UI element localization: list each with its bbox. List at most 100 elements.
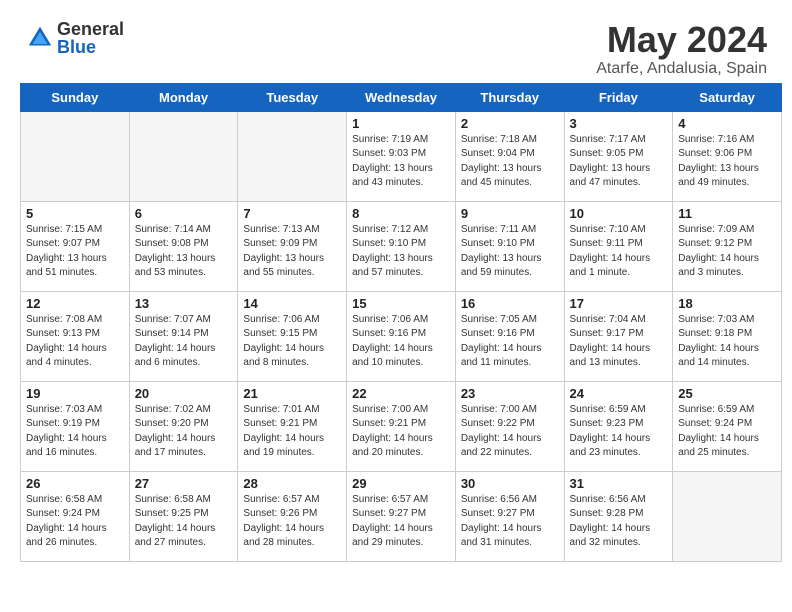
day-info: Sunrise: 7:18 AM Sunset: 9:04 PM Dayligh… <box>461 133 559 191</box>
day-number: 24 <box>570 386 668 401</box>
day-info: Sunrise: 7:05 AM Sunset: 9:16 PM Dayligh… <box>461 313 559 371</box>
day-number: 2 <box>461 116 559 131</box>
day-number: 14 <box>243 296 341 311</box>
week-row-4: 19 Sunrise: 7:03 AM Sunset: 9:19 PM Dayli… <box>21 381 782 471</box>
calendar-cell <box>673 471 782 561</box>
calendar-cell: 24 Sunrise: 6:59 AM Sunset: 9:23 PM Dayli… <box>564 381 673 471</box>
calendar-wrapper: SundayMondayTuesdayWednesdayThursdayFrid… <box>10 83 782 562</box>
calendar-cell: 19 Sunrise: 7:03 AM Sunset: 9:19 PM Dayli… <box>21 381 130 471</box>
day-info: Sunrise: 7:19 AM Sunset: 9:03 PM Dayligh… <box>352 133 450 191</box>
day-info: Sunrise: 7:09 AM Sunset: 9:12 PM Dayligh… <box>678 223 776 281</box>
day-number: 25 <box>678 386 776 401</box>
day-number: 30 <box>461 476 559 491</box>
day-number: 6 <box>135 206 233 221</box>
calendar-cell: 22Sunrise: 7:00 AM Sunset: 9:21 PM Dayli… <box>347 381 456 471</box>
calendar-cell: 9 Sunrise: 7:11 AM Sunset: 9:10 PM Daylig… <box>455 201 564 291</box>
day-number: 19 <box>26 386 124 401</box>
day-number: 1 <box>352 116 450 131</box>
calendar-cell: 11Sunrise: 7:09 AM Sunset: 9:12 PM Dayli… <box>673 201 782 291</box>
calendar-cell: 30 Sunrise: 6:56 AM Sunset: 9:27 PM Dayli… <box>455 471 564 561</box>
day-number: 16 <box>461 296 559 311</box>
calendar-cell: 12Sunrise: 7:08 AM Sunset: 9:13 PM Dayli… <box>21 291 130 381</box>
week-row-5: 26 Sunrise: 6:58 AM Sunset: 9:24 PM Dayli… <box>21 471 782 561</box>
calendar-cell: 20 Sunrise: 7:02 AM Sunset: 9:20 PM Dayli… <box>129 381 238 471</box>
calendar-cell: 29 Sunrise: 6:57 AM Sunset: 9:27 PM Dayli… <box>347 471 456 561</box>
calendar-cell: 8 Sunrise: 7:12 AM Sunset: 9:10 PM Daylig… <box>347 201 456 291</box>
calendar-cell <box>21 111 130 201</box>
day-number: 4 <box>678 116 776 131</box>
logo: General Blue <box>25 20 124 56</box>
calendar-cell: 17 Sunrise: 7:04 AM Sunset: 9:17 PM Dayli… <box>564 291 673 381</box>
column-header-sunday: Sunday <box>21 83 130 111</box>
week-row-1: 1 Sunrise: 7:19 AM Sunset: 9:03 PM Daylig… <box>21 111 782 201</box>
day-number: 31 <box>570 476 668 491</box>
column-header-monday: Monday <box>129 83 238 111</box>
day-info: Sunrise: 7:03 AM Sunset: 9:19 PM Dayligh… <box>26 403 124 461</box>
calendar-cell: 6 Sunrise: 7:14 AM Sunset: 9:08 PM Daylig… <box>129 201 238 291</box>
day-info: Sunrise: 7:02 AM Sunset: 9:20 PM Dayligh… <box>135 403 233 461</box>
day-info: Sunrise: 6:57 AM Sunset: 9:27 PM Dayligh… <box>352 493 450 551</box>
calendar-cell: 23 Sunrise: 7:00 AM Sunset: 9:22 PM Dayli… <box>455 381 564 471</box>
calendar-cell: 15 Sunrise: 7:06 AM Sunset: 9:16 PM Dayli… <box>347 291 456 381</box>
day-number: 17 <box>570 296 668 311</box>
day-info: Sunrise: 7:14 AM Sunset: 9:08 PM Dayligh… <box>135 223 233 281</box>
day-number: 13 <box>135 296 233 311</box>
title-section: May 2024 Atarfe, Andalusia, Spain <box>596 20 767 78</box>
day-number: 15 <box>352 296 450 311</box>
day-info: Sunrise: 6:57 AM Sunset: 9:26 PM Dayligh… <box>243 493 341 551</box>
day-number: 21 <box>243 386 341 401</box>
calendar-cell: 7Sunrise: 7:13 AM Sunset: 9:09 PM Daylig… <box>238 201 347 291</box>
column-header-wednesday: Wednesday <box>347 83 456 111</box>
day-info: Sunrise: 6:58 AM Sunset: 9:24 PM Dayligh… <box>26 493 124 551</box>
day-info: Sunrise: 7:12 AM Sunset: 9:10 PM Dayligh… <box>352 223 450 281</box>
day-info: Sunrise: 7:03 AM Sunset: 9:18 PM Dayligh… <box>678 313 776 371</box>
day-number: 29 <box>352 476 450 491</box>
calendar-cell: 2 Sunrise: 7:18 AM Sunset: 9:04 PM Daylig… <box>455 111 564 201</box>
day-info: Sunrise: 7:16 AM Sunset: 9:06 PM Dayligh… <box>678 133 776 191</box>
header-row: SundayMondayTuesdayWednesdayThursdayFrid… <box>21 83 782 111</box>
calendar-cell: 10Sunrise: 7:10 AM Sunset: 9:11 PM Dayli… <box>564 201 673 291</box>
calendar-cell: 18 Sunrise: 7:03 AM Sunset: 9:18 PM Dayli… <box>673 291 782 381</box>
calendar-cell: 21Sunrise: 7:01 AM Sunset: 9:21 PM Dayli… <box>238 381 347 471</box>
calendar-cell: 16 Sunrise: 7:05 AM Sunset: 9:16 PM Dayli… <box>455 291 564 381</box>
day-number: 5 <box>26 206 124 221</box>
day-info: Sunrise: 6:56 AM Sunset: 9:28 PM Dayligh… <box>570 493 668 551</box>
day-info: Sunrise: 6:59 AM Sunset: 9:24 PM Dayligh… <box>678 403 776 461</box>
column-header-thursday: Thursday <box>455 83 564 111</box>
calendar-cell <box>129 111 238 201</box>
day-number: 27 <box>135 476 233 491</box>
page-header: General Blue May 2024 Atarfe, Andalusia,… <box>10 10 782 83</box>
calendar-cell: 5 Sunrise: 7:15 AM Sunset: 9:07 PM Daylig… <box>21 201 130 291</box>
day-number: 20 <box>135 386 233 401</box>
day-number: 8 <box>352 206 450 221</box>
day-info: Sunrise: 6:56 AM Sunset: 9:27 PM Dayligh… <box>461 493 559 551</box>
column-header-saturday: Saturday <box>673 83 782 111</box>
day-number: 12 <box>26 296 124 311</box>
day-info: Sunrise: 6:59 AM Sunset: 9:23 PM Dayligh… <box>570 403 668 461</box>
calendar-cell: 26 Sunrise: 6:58 AM Sunset: 9:24 PM Dayli… <box>21 471 130 561</box>
day-number: 10 <box>570 206 668 221</box>
week-row-2: 5 Sunrise: 7:15 AM Sunset: 9:07 PM Daylig… <box>21 201 782 291</box>
column-header-friday: Friday <box>564 83 673 111</box>
day-number: 3 <box>570 116 668 131</box>
month-title: May 2024 <box>596 20 767 60</box>
day-info: Sunrise: 7:06 AM Sunset: 9:16 PM Dayligh… <box>352 313 450 371</box>
calendar-cell: 4 Sunrise: 7:16 AM Sunset: 9:06 PM Daylig… <box>673 111 782 201</box>
day-info: Sunrise: 7:15 AM Sunset: 9:07 PM Dayligh… <box>26 223 124 281</box>
day-number: 18 <box>678 296 776 311</box>
calendar-cell: 28Sunrise: 6:57 AM Sunset: 9:26 PM Dayli… <box>238 471 347 561</box>
day-info: Sunrise: 7:00 AM Sunset: 9:21 PM Dayligh… <box>352 403 450 461</box>
day-info: Sunrise: 7:04 AM Sunset: 9:17 PM Dayligh… <box>570 313 668 371</box>
day-number: 26 <box>26 476 124 491</box>
calendar-cell <box>238 111 347 201</box>
day-info: Sunrise: 7:11 AM Sunset: 9:10 PM Dayligh… <box>461 223 559 281</box>
day-number: 23 <box>461 386 559 401</box>
column-header-tuesday: Tuesday <box>238 83 347 111</box>
week-row-3: 12Sunrise: 7:08 AM Sunset: 9:13 PM Dayli… <box>21 291 782 381</box>
calendar-cell: 31 Sunrise: 6:56 AM Sunset: 9:28 PM Dayli… <box>564 471 673 561</box>
calendar-cell: 25 Sunrise: 6:59 AM Sunset: 9:24 PM Dayli… <box>673 381 782 471</box>
day-info: Sunrise: 6:58 AM Sunset: 9:25 PM Dayligh… <box>135 493 233 551</box>
day-number: 9 <box>461 206 559 221</box>
day-info: Sunrise: 7:00 AM Sunset: 9:22 PM Dayligh… <box>461 403 559 461</box>
day-info: Sunrise: 7:07 AM Sunset: 9:14 PM Dayligh… <box>135 313 233 371</box>
